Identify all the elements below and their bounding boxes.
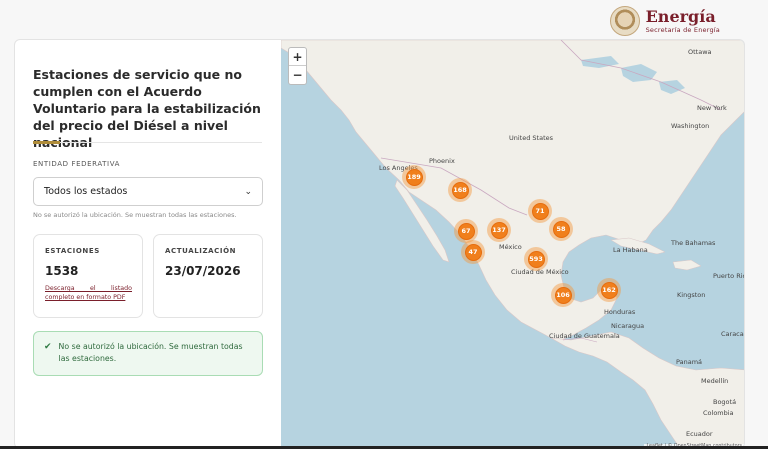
cluster-marker[interactable]: 168 <box>448 178 472 202</box>
chevron-down-icon: ⌄ <box>244 186 252 197</box>
main-card: Estaciones de servicio que no cumplen co… <box>14 39 745 449</box>
zoom-out-button[interactable]: − <box>289 66 306 84</box>
location-alert: ✔ No se autorizó la ubicación. Se muestr… <box>33 331 263 376</box>
place-label: Ecuador <box>686 430 713 438</box>
place-label: United States <box>509 134 554 142</box>
cluster-count: 189 <box>405 168 423 186</box>
logo-name: Energía <box>645 6 716 26</box>
place-label: Caracas <box>721 330 745 338</box>
zoom-in-button[interactable]: + <box>289 48 306 66</box>
cluster-marker[interactable]: 593 <box>524 247 548 271</box>
header: Energía Secretaría de Energía <box>0 0 768 38</box>
place-label: Ottawa <box>688 48 712 56</box>
entidad-label: ENTIDAD FEDERATIVA <box>33 160 121 168</box>
place-label: Washington <box>671 122 710 130</box>
place-label: New York <box>697 104 727 112</box>
map[interactable]: + − Ottawa New York Washington United St… <box>281 40 745 448</box>
cluster-count: 168 <box>451 181 469 199</box>
cluster-marker[interactable]: 162 <box>597 278 621 302</box>
update-label: ACTUALIZACIÓN <box>165 247 237 255</box>
cluster-count: 593 <box>527 250 545 268</box>
cluster-count: 137 <box>490 221 508 239</box>
logo-subtitle: Secretaría de Energía <box>645 25 720 34</box>
cluster-marker[interactable]: 137 <box>487 218 511 242</box>
place-label: Kingston <box>677 291 706 299</box>
cluster-marker[interactable]: 189 <box>402 165 426 189</box>
cluster-count: 162 <box>600 281 618 299</box>
energia-logo[interactable]: Energía Secretaría de Energía <box>609 6 720 36</box>
stations-card: ESTACIONES 1538 Descarga el listado comp… <box>33 234 143 318</box>
place-label: Phoenix <box>429 157 455 165</box>
cluster-count: 67 <box>457 222 475 240</box>
place-label: Nicaragua <box>611 322 645 330</box>
zoom-control: + − <box>288 47 307 85</box>
alert-text: No se autorizó la ubicación. Se muestran… <box>58 342 243 363</box>
stations-label: ESTACIONES <box>45 247 100 255</box>
state-select-value: Todos los estados <box>44 186 128 197</box>
place-label: Colombia <box>703 409 734 417</box>
seal-icon <box>609 6 640 36</box>
cluster-count: 58 <box>552 220 570 238</box>
place-label: Honduras <box>604 308 636 316</box>
check-icon: ✔ <box>44 342 52 352</box>
download-pdf-link[interactable]: Descarga el listado completo en formato … <box>45 284 132 302</box>
update-date: 23/07/2026 <box>165 264 241 278</box>
location-note: No se autorizó la ubicación. Se muestran… <box>33 211 237 219</box>
cluster-count: 71 <box>531 202 549 220</box>
place-label: México <box>499 243 522 251</box>
cluster-count: 47 <box>464 243 482 261</box>
place-label: Medellín <box>701 377 729 385</box>
page-title: Estaciones de servicio que no cumplen co… <box>33 67 261 150</box>
state-select[interactable]: Todos los estados ⌄ <box>33 177 263 206</box>
cluster-count: 106 <box>554 286 572 304</box>
place-label: Bogotá <box>713 398 737 406</box>
title-accent <box>33 141 60 144</box>
place-label: The Bahamas <box>671 239 716 247</box>
place-label: Ciudad de Guatemala <box>549 332 620 340</box>
side-panel: Estaciones de servicio que no cumplen co… <box>15 40 281 448</box>
cluster-marker[interactable]: 106 <box>551 283 575 307</box>
stations-count: 1538 <box>45 264 79 278</box>
cluster-marker[interactable]: 71 <box>528 199 552 223</box>
place-label: Panamá <box>676 358 703 366</box>
update-card: ACTUALIZACIÓN 23/07/2026 <box>153 234 263 318</box>
place-label: La Habana <box>613 246 648 254</box>
place-label: Puerto Rico <box>713 272 744 280</box>
cluster-marker[interactable]: 58 <box>549 217 573 241</box>
title-divider <box>33 142 262 143</box>
cluster-marker[interactable]: 47 <box>461 240 485 264</box>
